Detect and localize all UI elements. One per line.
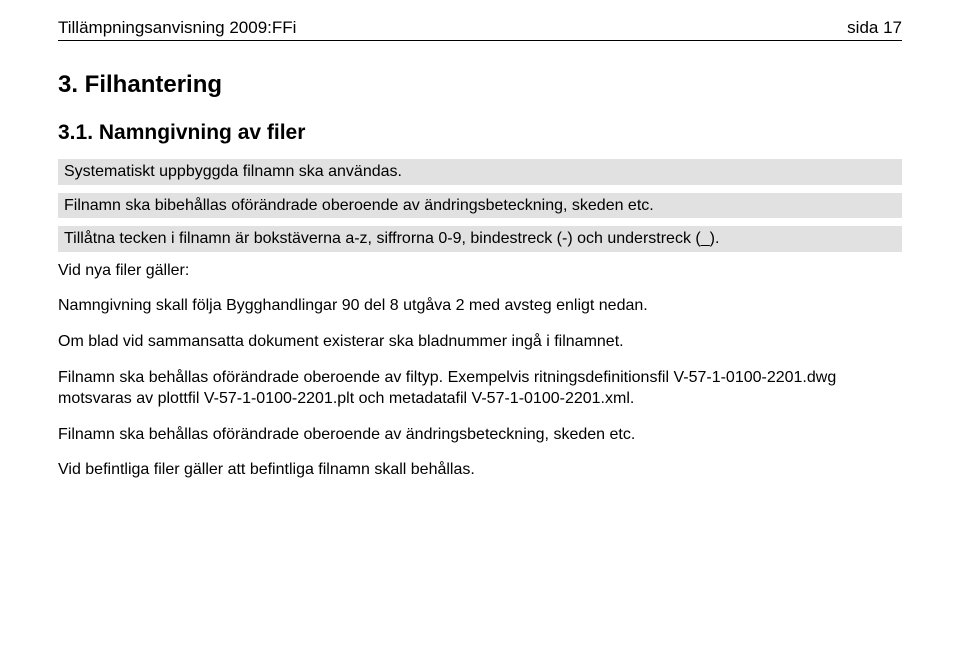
document-page: Tillämpningsanvisning 2009:FFi sida 17 3… [0,0,960,481]
body-paragraph: Vid befintliga filer gäller att befintli… [58,459,902,481]
body-paragraph: Filnamn ska behållas oförändrade oberoen… [58,424,902,446]
note-paragraph: Tillåtna tecken i filnamn är bokstäverna… [58,226,902,252]
body-paragraph: Namngivning skall följa Bygghandlingar 9… [58,295,902,317]
body-paragraph: Vid nya filer gäller: [58,260,902,282]
body-block: Vid nya filer gäller: Namngivning skall … [58,260,902,481]
note-paragraph: Systematiskt uppbyggda filnamn ska använ… [58,159,902,185]
page-header: Tillämpningsanvisning 2009:FFi sida 17 [58,18,902,38]
note-box: Systematiskt uppbyggda filnamn ska använ… [58,159,902,252]
body-paragraph: Om blad vid sammansatta dokument exister… [58,331,902,353]
section-heading: 3. Filhantering [58,71,902,99]
header-rule [58,40,902,41]
body-paragraph: Filnamn ska behållas oförändrade oberoen… [58,367,902,410]
subsection-heading: 3.1. Namngivning av filer [58,121,902,145]
note-paragraph: Filnamn ska bibehållas oförändrade obero… [58,193,902,219]
doc-title: Tillämpningsanvisning 2009:FFi [58,18,296,38]
page-number: sida 17 [847,18,902,38]
